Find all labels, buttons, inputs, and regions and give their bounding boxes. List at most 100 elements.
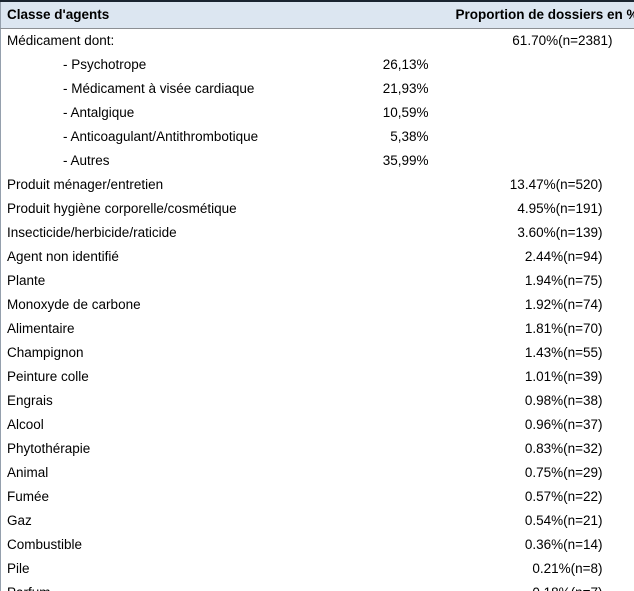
row-sublabel: - Médicament à visée cardiaque	[0, 77, 341, 101]
row-label: Peinture colle	[0, 365, 341, 389]
row-label: Alimentaire	[0, 317, 341, 341]
row-sublabel: - Autres	[0, 149, 341, 173]
row-sub-value	[340, 293, 437, 317]
row-sub-value	[340, 437, 437, 461]
header-row: Classe d'agents Proportion de dossiers e…	[0, 0, 634, 29]
table-row: Fumée 0.57%(n=22)	[0, 485, 634, 509]
table-row: Gaz 0.54%(n=21)	[0, 509, 634, 533]
row-main-value	[436, 149, 634, 173]
row-sub-value	[340, 28, 437, 53]
row-main-value: 2.44%(n=94)	[436, 245, 634, 269]
row-label: Produit hygiène corporelle/cosmétique	[0, 197, 341, 221]
row-sub-value	[340, 341, 437, 365]
table-row: Alcool 0.96%(n=37)	[0, 413, 634, 437]
row-label: Pile	[0, 557, 341, 581]
row-sublabel: - Anticoagulant/Antithrombotique	[0, 125, 341, 149]
table-row: Produit hygiène corporelle/cosmétique 4.9…	[0, 197, 634, 221]
row-main-value: 1.01%(n=39)	[436, 365, 634, 389]
row-sub-value	[340, 221, 437, 245]
row-sub-value: 21,93%	[340, 77, 437, 101]
row-sub-value: 26,13%	[340, 53, 437, 77]
row-main-value: 1.81%(n=70)	[436, 317, 634, 341]
row-main-value: 0.75%(n=29)	[436, 461, 634, 485]
row-label: Produit ménager/entretien	[0, 173, 341, 197]
table-body: Médicament dont: 61.70%(n=2381) - Psychotr…	[0, 28, 634, 591]
table-row: - Antalgique 10,59%	[0, 101, 634, 125]
row-main-value: 13.47%(n=520)	[436, 173, 634, 197]
table-row: Plante 1.94%(n=75)	[0, 269, 634, 293]
table-row: Pile 0.21%(n=8)	[0, 557, 634, 581]
row-main-value	[436, 125, 634, 149]
row-sub-value	[340, 389, 437, 413]
agents-table-container: Classe d'agents Proportion de dossiers e…	[0, 0, 634, 591]
row-main-value	[436, 77, 634, 101]
row-sub-value	[340, 173, 437, 197]
row-main-value: 0.96%(n=37)	[436, 413, 634, 437]
row-label: Médicament dont:	[0, 28, 341, 53]
row-label: Gaz	[0, 509, 341, 533]
row-label: Champignon	[0, 341, 341, 365]
row-label: Alcool	[0, 413, 341, 437]
row-sub-value	[340, 557, 437, 581]
table-header: Classe d'agents Proportion de dossiers e…	[0, 0, 634, 29]
row-main-value: 1.94%(n=75)	[436, 269, 634, 293]
row-main-value: 0.36%(n=14)	[436, 533, 634, 557]
row-main-value: 0.57%(n=22)	[436, 485, 634, 509]
row-label: Parfum	[0, 581, 341, 591]
table-row: - Autres 35,99%	[0, 149, 634, 173]
row-sub-value	[340, 365, 437, 389]
table-row: Peinture colle 1.01%(n=39)	[0, 365, 634, 389]
table-row: Agent non identifié 2.44%(n=94)	[0, 245, 634, 269]
table-row: Animal 0.75%(n=29)	[0, 461, 634, 485]
row-sub-value	[340, 245, 437, 269]
row-sub-value	[340, 581, 437, 591]
table-row: Médicament dont: 61.70%(n=2381)	[0, 28, 634, 53]
table-row: Engrais 0.98%(n=38)	[0, 389, 634, 413]
table-row: Alimentaire 1.81%(n=70)	[0, 317, 634, 341]
row-sub-value	[340, 533, 437, 557]
row-label: Fumée	[0, 485, 341, 509]
row-main-value: 1.92%(n=74)	[436, 293, 634, 317]
row-sublabel: - Antalgique	[0, 101, 341, 125]
table-row: - Psychotrope 26,13%	[0, 53, 634, 77]
row-main-value	[436, 101, 634, 125]
row-sub-value	[340, 317, 437, 341]
row-label: Animal	[0, 461, 341, 485]
row-sub-value	[340, 269, 437, 293]
table-row: Champignon 1.43%(n=55)	[0, 341, 634, 365]
row-main-value: 0.21%(n=8)	[436, 557, 634, 581]
row-label: Insecticide/herbicide/raticide	[0, 221, 341, 245]
row-main-value: 0.54%(n=21)	[436, 509, 634, 533]
table-row: Produit ménager/entretien 13.47%(n=520)	[0, 173, 634, 197]
row-main-value: 0.83%(n=32)	[436, 437, 634, 461]
agents-proportion-table: Classe d'agents Proportion de dossiers e…	[0, 0, 634, 591]
row-main-value: 1.43%(n=55)	[436, 341, 634, 365]
row-main-value: 4.95%(n=191)	[436, 197, 634, 221]
table-row: - Anticoagulant/Antithrombotique 5,38%	[0, 125, 634, 149]
row-label: Engrais	[0, 389, 341, 413]
row-sub-value: 5,38%	[340, 125, 437, 149]
table-row: - Médicament à visée cardiaque 21,93%	[0, 77, 634, 101]
row-label: Plante	[0, 269, 341, 293]
table-row: Parfum 0.18%(n=7)	[0, 581, 634, 591]
row-main-value: 0.98%(n=38)	[436, 389, 634, 413]
table-row: Phytothérapie 0.83%(n=32)	[0, 437, 634, 461]
row-label: Phytothérapie	[0, 437, 341, 461]
row-sub-value: 10,59%	[340, 101, 437, 125]
row-sub-value	[340, 413, 437, 437]
row-label: Monoxyde de carbone	[0, 293, 341, 317]
column-header-proportion-dossiers: Proportion de dossiers en %	[436, 0, 634, 29]
row-sub-value	[340, 485, 437, 509]
row-sub-value	[340, 509, 437, 533]
row-main-value: 61.70%(n=2381)	[436, 28, 634, 53]
table-row: Insecticide/herbicide/raticide 3.60%(n=13…	[0, 221, 634, 245]
row-label: Agent non identifié	[0, 245, 341, 269]
column-header-subproportion	[340, 0, 437, 29]
row-main-value: 0.18%(n=7)	[436, 581, 634, 591]
row-main-value	[436, 53, 634, 77]
table-row: Combustible 0.36%(n=14)	[0, 533, 634, 557]
column-header-classe-agents: Classe d'agents	[0, 0, 341, 29]
row-sub-value: 35,99%	[340, 149, 437, 173]
row-sublabel: - Psychotrope	[0, 53, 341, 77]
table-row: Monoxyde de carbone 1.92%(n=74)	[0, 293, 634, 317]
